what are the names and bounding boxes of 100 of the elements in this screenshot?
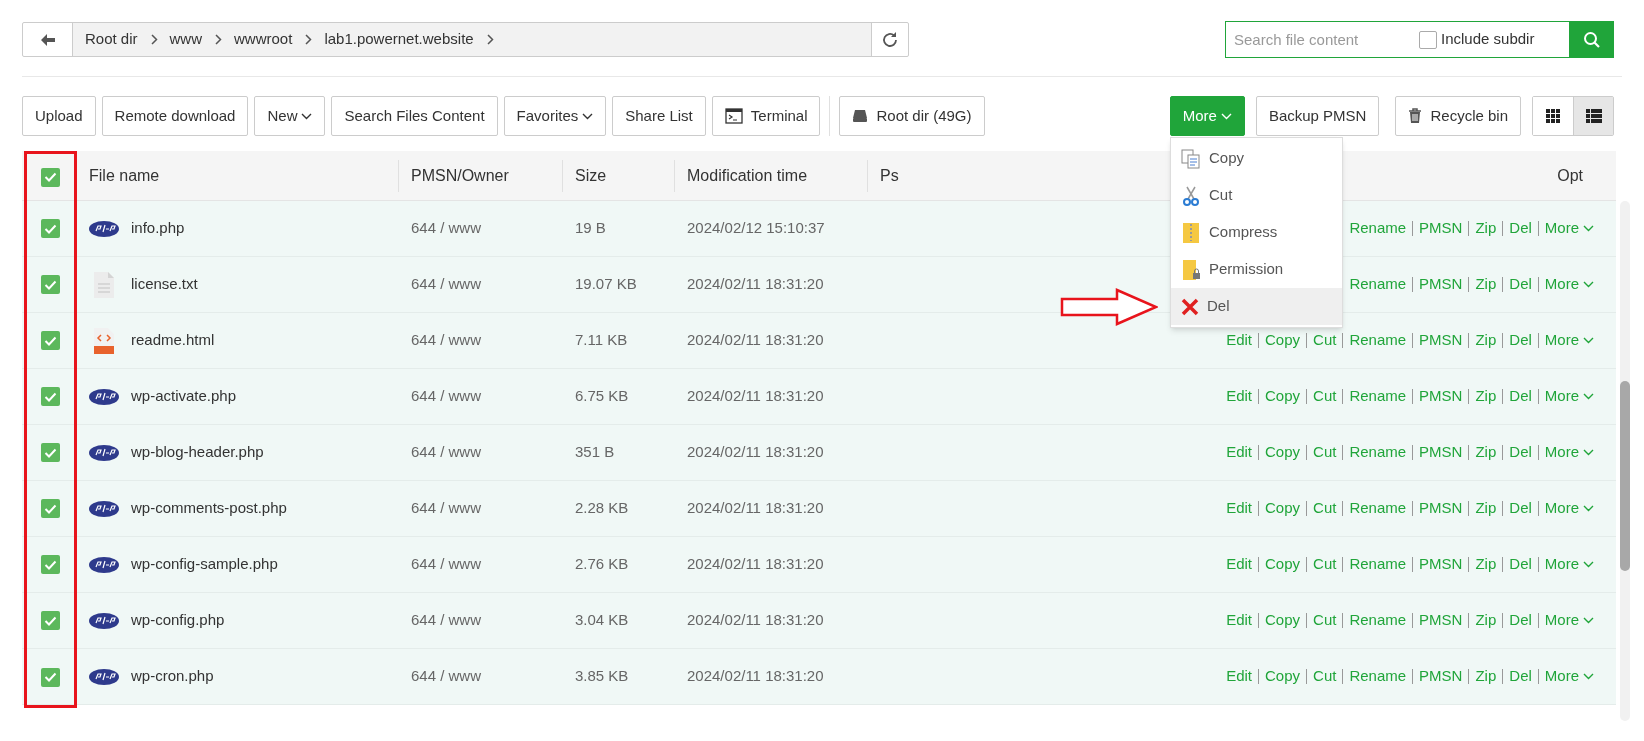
action-link[interactable]: Zip (1475, 441, 1497, 464)
toolbar-button[interactable]: Share List (612, 96, 706, 136)
action-link[interactable]: Del (1509, 329, 1532, 352)
file-row[interactable]: wp-config-sample.php 644 / www 2.76 KB 2024/02/11 18:31:20 Edit Copy Cut Rename PMSN Zip Del More (22, 537, 1616, 593)
action-link[interactable]: PMSN (1419, 609, 1463, 632)
file-name[interactable]: info.php (131, 217, 185, 240)
checkbox[interactable] (41, 499, 60, 518)
action-link[interactable]: Edit (1226, 665, 1253, 688)
action-link[interactable]: Del (1509, 217, 1532, 240)
action-link[interactable]: Del (1509, 553, 1532, 576)
file-row[interactable]: wp-comments-post.php 644 / www 2.28 KB 2024/02/11 18:31:20 Edit Copy Cut Rename PMSN Zip Del More (22, 481, 1616, 537)
file-name[interactable]: wp-comments-post.php (131, 497, 287, 520)
checkbox[interactable] (41, 167, 60, 187)
action-link[interactable]: Zip (1475, 385, 1497, 408)
breadcrumb-link[interactable]: wwwroot (234, 28, 293, 51)
action-link[interactable]: Cut (1313, 329, 1337, 352)
checkbox[interactable] (41, 667, 60, 687)
action-link[interactable]: Cut (1313, 553, 1337, 576)
action-link[interactable]: PMSN (1419, 441, 1463, 464)
action-link[interactable]: Edit (1226, 385, 1253, 408)
breadcrumb-link[interactable]: www (169, 28, 203, 51)
breadcrumb-link[interactable]: Root dir (85, 28, 138, 51)
menu-item[interactable]: Permission (1171, 251, 1342, 288)
file-row[interactable]: wp-blog-header.php 644 / www 351 B 2024/02/11 18:31:20 Edit Copy Cut Rename PMSN Zip Del More (22, 425, 1616, 481)
action-link[interactable]: Zip (1475, 497, 1497, 520)
checkbox[interactable] (41, 331, 60, 350)
action-link[interactable]: Zip (1475, 273, 1497, 296)
checkbox[interactable] (41, 387, 60, 406)
checkbox[interactable] (41, 275, 60, 294)
menu-item[interactable]: Copy (1171, 140, 1342, 177)
action-link[interactable]: Copy (1265, 553, 1301, 576)
action-link[interactable]: Zip (1475, 329, 1497, 352)
action-link[interactable]: Rename (1349, 553, 1407, 576)
action-link[interactable]: PMSN (1419, 665, 1463, 688)
action-link[interactable]: Rename (1349, 441, 1407, 464)
toolbar-button[interactable]: Backup PMSN (1255, 96, 1380, 136)
action-link[interactable]: Edit (1226, 497, 1253, 520)
action-link[interactable]: Del (1509, 497, 1532, 520)
action-link[interactable]: PMSN (1419, 217, 1463, 240)
file-row[interactable]: wp-cron.php 644 / www 3.85 KB 2024/02/11 18:31:20 Edit Copy Cut Rename PMSN Zip Del More (22, 649, 1616, 705)
search-field[interactable]: Search file content (1234, 26, 1419, 53)
action-link[interactable]: Del (1509, 385, 1532, 408)
action-link[interactable]: Rename (1349, 385, 1407, 408)
menu-item[interactable]: Del (1171, 288, 1342, 325)
action-link[interactable]: Cut (1313, 609, 1337, 632)
action-link[interactable]: Zip (1475, 553, 1497, 576)
action-link[interactable]: Zip (1475, 609, 1497, 632)
action-link[interactable]: Copy (1265, 665, 1301, 688)
action-link[interactable]: More (1544, 329, 1579, 352)
action-link[interactable]: Del (1509, 441, 1532, 464)
menu-item[interactable]: Cut (1171, 177, 1342, 214)
action-link[interactable]: Edit (1226, 609, 1253, 632)
action-link[interactable]: Edit (1226, 441, 1253, 464)
toolbar-button[interactable]: Remote download (101, 96, 249, 136)
file-row[interactable]: wp-config.php 644 / www 3.04 KB 2024/02/11 18:31:20 Edit Copy Cut Rename PMSN Zip Del More (22, 593, 1616, 649)
more-button[interactable]: More (1169, 96, 1245, 136)
menu-item[interactable]: Compress (1171, 214, 1342, 251)
action-link[interactable]: PMSN (1419, 273, 1463, 296)
action-link[interactable]: More (1544, 217, 1579, 240)
list-view-button[interactable] (1573, 97, 1613, 135)
action-link[interactable]: PMSN (1419, 385, 1463, 408)
action-link[interactable]: More (1544, 553, 1579, 576)
action-link[interactable]: Rename (1349, 609, 1407, 632)
checkbox[interactable] (1419, 30, 1437, 49)
checkbox[interactable] (41, 443, 60, 462)
action-link[interactable]: More (1544, 385, 1579, 408)
action-link[interactable]: Copy (1265, 609, 1301, 632)
action-link[interactable]: Copy (1265, 329, 1301, 352)
file-name[interactable]: wp-blog-header.php (131, 441, 264, 464)
file-name[interactable]: wp-config-sample.php (131, 553, 278, 576)
action-link[interactable]: PMSN (1419, 329, 1463, 352)
action-link[interactable]: More (1544, 273, 1579, 296)
file-row[interactable]: wp-activate.php 644 / www 6.75 KB 2024/02/11 18:31:20 Edit Copy Cut Rename PMSN Zip Del More (22, 369, 1616, 425)
action-link[interactable]: More (1544, 441, 1579, 464)
action-link[interactable]: Rename (1349, 273, 1407, 296)
action-link[interactable]: Copy (1265, 385, 1301, 408)
action-link[interactable]: Edit (1226, 553, 1253, 576)
checkbox[interactable] (41, 219, 60, 238)
action-link[interactable]: Cut (1313, 441, 1337, 464)
action-link[interactable]: Copy (1265, 441, 1301, 464)
action-link[interactable]: PMSN (1419, 497, 1463, 520)
action-link[interactable]: More (1544, 609, 1579, 632)
action-link[interactable]: Copy (1265, 497, 1301, 520)
action-link[interactable]: Cut (1313, 665, 1337, 688)
action-link[interactable]: Edit (1226, 329, 1253, 352)
action-link[interactable]: Cut (1313, 497, 1337, 520)
breadcrumb-link[interactable]: lab1.powernet.website (324, 28, 474, 51)
file-name[interactable]: wp-config.php (131, 609, 225, 632)
checkbox[interactable] (41, 555, 60, 574)
search-box[interactable]: Search file content Include subdir (1225, 21, 1570, 58)
file-name[interactable]: license.txt (131, 273, 198, 296)
action-link[interactable]: Zip (1475, 665, 1497, 688)
toolbar-button[interactable]: New (254, 96, 326, 136)
action-link[interactable]: Del (1509, 609, 1532, 632)
file-name[interactable]: readme.html (131, 329, 215, 352)
checkbox[interactable] (41, 611, 60, 630)
toolbar-button[interactable]: Recycle bin (1395, 96, 1521, 136)
action-link[interactable]: More (1544, 497, 1579, 520)
action-link[interactable]: Del (1509, 273, 1532, 296)
action-link[interactable]: Zip (1475, 217, 1497, 240)
